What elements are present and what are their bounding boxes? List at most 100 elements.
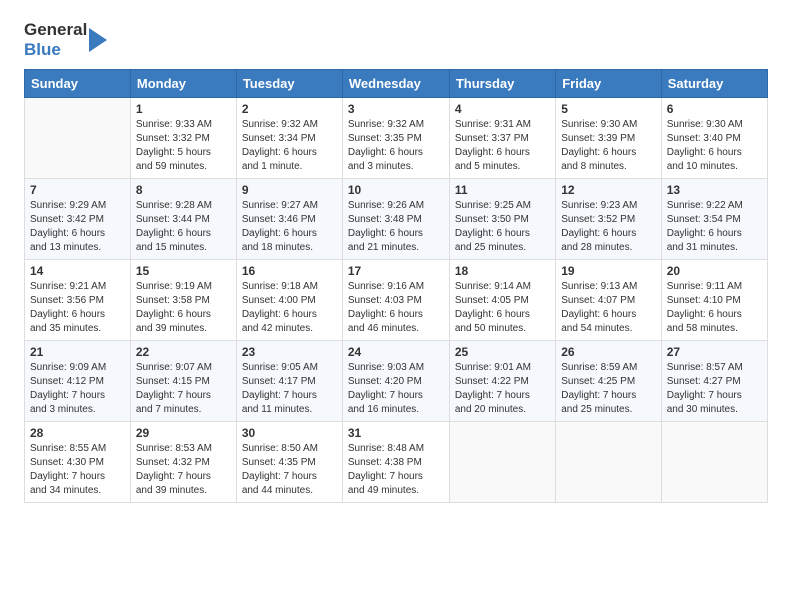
calendar-cell: 17Sunrise: 9:16 AM Sunset: 4:03 PM Dayli… (342, 260, 449, 341)
calendar-cell: 16 Sunrise: 9:18 AM Sunset: 4:00 PM Dayli… (236, 260, 342, 341)
cell-content: Sunrise: 8:53 AM Sunset: 4:32 PM Dayligh… (136, 442, 231, 498)
cell-content: Sunrise: 9:25 AM Sunset: 3:50 PM Dayligh… (455, 199, 550, 255)
calendar-cell: 7 Sunrise: 9:29 AM Sunset: 3:42 PM Daylig… (25, 179, 131, 260)
day-header-monday: Monday (130, 70, 236, 98)
day-header-sunday: Sunday (25, 70, 131, 98)
cell-content: Sunrise: 9:05 AM Sunset: 4:17 PM Dayligh… (242, 361, 337, 417)
day-header-saturday: Saturday (661, 70, 767, 98)
cell-content: Sunrise: 8:55 AM Sunset: 4:30 PM Dayligh… (30, 442, 125, 498)
cell-content: Sunrise: 9:30 AM Sunset: 3:40 PM Dayligh… (667, 118, 762, 174)
day-number: 25 (455, 345, 550, 359)
cell-content: Sunrise: 9:31 AM Sunset: 3:37 PM Dayligh… (455, 118, 550, 174)
day-number: 18 (455, 264, 550, 278)
calendar-cell: 27 Sunrise: 8:57 AM Sunset: 4:27 PM Dayli… (661, 341, 767, 422)
cell-content: Sunrise: 9:32 AM Sunset: 3:35 PM Dayligh… (348, 118, 444, 174)
calendar-cell: 15 Sunrise: 9:19 AM Sunset: 3:58 PM Dayli… (130, 260, 236, 341)
calendar-cell: 26 Sunrise: 8:59 AM Sunset: 4:25 PM Dayli… (556, 341, 662, 422)
cell-content: Sunrise: 9:22 AM Sunset: 3:54 PM Dayligh… (667, 199, 762, 255)
day-number: 31 (348, 426, 444, 440)
calendar-cell (449, 422, 555, 503)
calendar-cell: 18 Sunrise: 9:14 AM Sunset: 4:05 PM Dayli… (449, 260, 555, 341)
header: General Blue (24, 20, 768, 59)
calendar-cell: 3 Sunrise: 9:32 AM Sunset: 3:35 PM Daylig… (342, 98, 449, 179)
day-number: 21 (30, 345, 125, 359)
day-number: 5 (561, 102, 656, 116)
day-number: 3 (348, 102, 444, 116)
day-number: 10 (348, 183, 444, 197)
calendar-cell: 22Sunrise: 9:07 AM Sunset: 4:15 PM Dayli… (130, 341, 236, 422)
calendar-cell: 12 Sunrise: 9:23 AM Sunset: 3:52 PM Dayli… (556, 179, 662, 260)
cell-content: Sunrise: 9:11 AM Sunset: 4:10 PM Dayligh… (667, 280, 762, 336)
logo-container: General Blue (24, 20, 107, 59)
day-number: 14 (30, 264, 125, 278)
cell-content: Sunrise: 8:50 AM Sunset: 4:35 PM Dayligh… (242, 442, 337, 498)
calendar-cell: 30 Sunrise: 8:50 AM Sunset: 4:35 PM Dayli… (236, 422, 342, 503)
day-number: 15 (136, 264, 231, 278)
cell-content: Sunrise: 8:57 AM Sunset: 4:27 PM Dayligh… (667, 361, 762, 417)
calendar-cell: 19 Sunrise: 9:13 AM Sunset: 4:07 PM Dayli… (556, 260, 662, 341)
cell-content: Sunrise: 9:13 AM Sunset: 4:07 PM Dayligh… (561, 280, 656, 336)
calendar-week-row: 14 Sunrise: 9:21 AM Sunset: 3:56 PM Dayli… (25, 260, 768, 341)
cell-content: Sunrise: 9:19 AM Sunset: 3:58 PM Dayligh… (136, 280, 231, 336)
day-number: 20 (667, 264, 762, 278)
cell-content: Sunrise: 9:27 AM Sunset: 3:46 PM Dayligh… (242, 199, 337, 255)
cell-content: Sunrise: 9:32 AM Sunset: 3:34 PM Dayligh… (242, 118, 337, 174)
day-number: 23 (242, 345, 337, 359)
day-number: 13 (667, 183, 762, 197)
cell-content: Sunrise: 9:23 AM Sunset: 3:52 PM Dayligh… (561, 199, 656, 255)
calendar-week-row: 28Sunrise: 8:55 AM Sunset: 4:30 PM Dayli… (25, 422, 768, 503)
day-number: 24 (348, 345, 444, 359)
day-number: 9 (242, 183, 337, 197)
cell-content: Sunrise: 9:26 AM Sunset: 3:48 PM Dayligh… (348, 199, 444, 255)
day-number: 6 (667, 102, 762, 116)
day-header-friday: Friday (556, 70, 662, 98)
day-number: 29 (136, 426, 231, 440)
cell-content: Sunrise: 9:33 AM Sunset: 3:32 PM Dayligh… (136, 118, 231, 174)
calendar-cell: 9 Sunrise: 9:27 AM Sunset: 3:46 PM Daylig… (236, 179, 342, 260)
cell-content: Sunrise: 9:28 AM Sunset: 3:44 PM Dayligh… (136, 199, 231, 255)
calendar-cell: 14 Sunrise: 9:21 AM Sunset: 3:56 PM Dayli… (25, 260, 131, 341)
cell-content: Sunrise: 8:48 AM Sunset: 4:38 PM Dayligh… (348, 442, 444, 498)
cell-content: Sunrise: 9:07 AM Sunset: 4:15 PM Dayligh… (136, 361, 231, 417)
day-number: 17 (348, 264, 444, 278)
calendar-cell: 11 Sunrise: 9:25 AM Sunset: 3:50 PM Dayli… (449, 179, 555, 260)
cell-content: Sunrise: 8:59 AM Sunset: 4:25 PM Dayligh… (561, 361, 656, 417)
cell-content: Sunrise: 9:29 AM Sunset: 3:42 PM Dayligh… (30, 199, 125, 255)
cell-content: Sunrise: 9:18 AM Sunset: 4:00 PM Dayligh… (242, 280, 337, 336)
day-number: 11 (455, 183, 550, 197)
day-header-thursday: Thursday (449, 70, 555, 98)
day-number: 27 (667, 345, 762, 359)
calendar-table: SundayMondayTuesdayWednesdayThursdayFrid… (24, 69, 768, 503)
calendar-week-row: 7 Sunrise: 9:29 AM Sunset: 3:42 PM Daylig… (25, 179, 768, 260)
logo-blue: Blue (24, 40, 87, 60)
days-header-row: SundayMondayTuesdayWednesdayThursdayFrid… (25, 70, 768, 98)
calendar-cell: 5 Sunrise: 9:30 AM Sunset: 3:39 PM Daylig… (556, 98, 662, 179)
cell-content: Sunrise: 9:30 AM Sunset: 3:39 PM Dayligh… (561, 118, 656, 174)
cell-content: Sunrise: 9:03 AM Sunset: 4:20 PM Dayligh… (348, 361, 444, 417)
day-number: 30 (242, 426, 337, 440)
calendar-cell: 23 Sunrise: 9:05 AM Sunset: 4:17 PM Dayli… (236, 341, 342, 422)
calendar-week-row: 1 Sunrise: 9:33 AM Sunset: 3:32 PM Daylig… (25, 98, 768, 179)
logo-general: General (24, 20, 87, 40)
logo-arrow-icon (89, 24, 107, 56)
cell-content: Sunrise: 9:21 AM Sunset: 3:56 PM Dayligh… (30, 280, 125, 336)
calendar-cell: 8Sunrise: 9:28 AM Sunset: 3:44 PM Daylig… (130, 179, 236, 260)
calendar-cell (25, 98, 131, 179)
day-number: 7 (30, 183, 125, 197)
cell-content: Sunrise: 9:14 AM Sunset: 4:05 PM Dayligh… (455, 280, 550, 336)
cell-content: Sunrise: 9:01 AM Sunset: 4:22 PM Dayligh… (455, 361, 550, 417)
calendar-cell: 25 Sunrise: 9:01 AM Sunset: 4:22 PM Dayli… (449, 341, 555, 422)
calendar-cell: 2 Sunrise: 9:32 AM Sunset: 3:34 PM Daylig… (236, 98, 342, 179)
calendar-cell: 1 Sunrise: 9:33 AM Sunset: 3:32 PM Daylig… (130, 98, 236, 179)
day-number: 19 (561, 264, 656, 278)
day-number: 1 (136, 102, 231, 116)
logo: General Blue (24, 20, 107, 59)
day-number: 2 (242, 102, 337, 116)
day-header-wednesday: Wednesday (342, 70, 449, 98)
calendar-cell (661, 422, 767, 503)
calendar-week-row: 21Sunrise: 9:09 AM Sunset: 4:12 PM Dayli… (25, 341, 768, 422)
day-number: 16 (242, 264, 337, 278)
day-number: 26 (561, 345, 656, 359)
calendar-cell: 28Sunrise: 8:55 AM Sunset: 4:30 PM Dayli… (25, 422, 131, 503)
day-number: 12 (561, 183, 656, 197)
